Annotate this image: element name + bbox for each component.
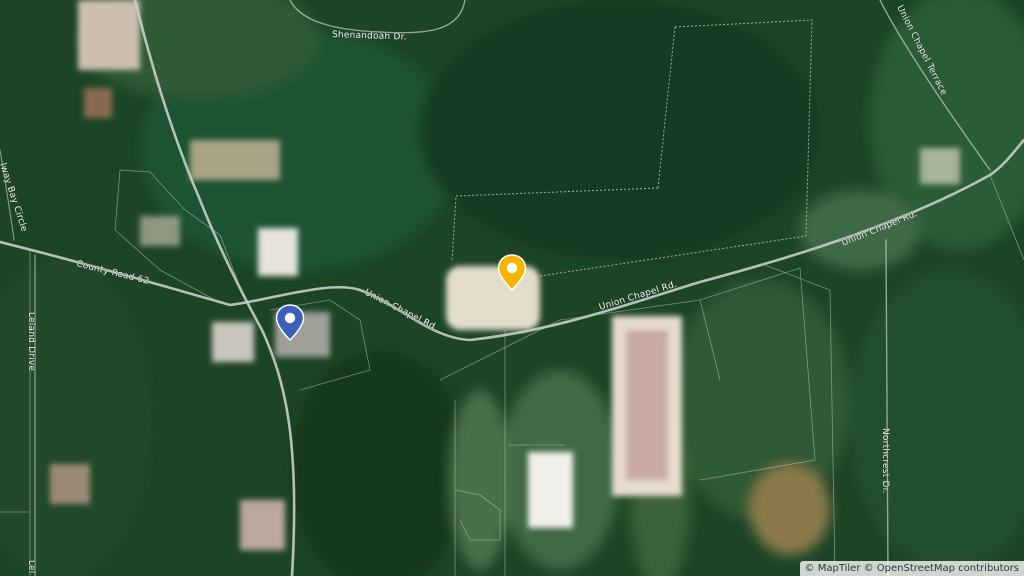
map-pin-icon[interactable] — [275, 304, 305, 342]
openstreetmap-attribution-link[interactable]: © OpenStreetMap contributors — [864, 563, 1019, 574]
leland-drive-label-bottom: Lel — [26, 560, 36, 574]
maptiler-attribution-link[interactable]: © MapTiler — [805, 563, 861, 574]
map-attribution: © MapTiler © OpenStreetMap contributors — [799, 561, 1024, 576]
northcrest-drive-label: Northcrest Dr. — [880, 428, 890, 494]
map-pin-icon[interactable] — [497, 254, 527, 292]
map-canvas[interactable]: County Road 62 Union Chapel Rd. Union Ch… — [0, 0, 1024, 576]
leland-drive-label: Leland Drive — [26, 312, 36, 371]
